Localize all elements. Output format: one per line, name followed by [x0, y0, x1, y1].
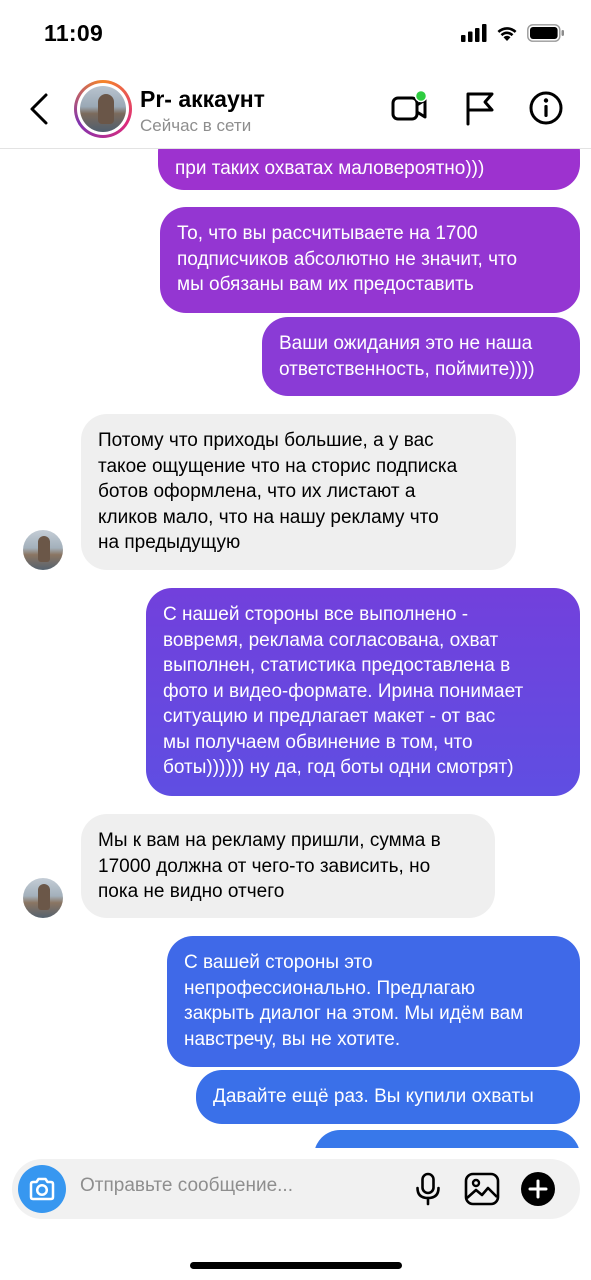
- chat-header: Pr- аккаунт Сейчас в сети: [0, 70, 591, 149]
- battery-icon: [527, 24, 564, 42]
- microphone-icon: [416, 1172, 440, 1206]
- status-bar: 11:09: [0, 0, 591, 70]
- video-call-icon: [391, 89, 428, 121]
- message-bubble-outgoing[interactable]: С нашей стороны все выполнено - вовремя,…: [146, 588, 580, 796]
- signal-icon: [461, 24, 487, 42]
- message-bubble-outgoing[interactable]: И качественную подачу: [314, 1130, 580, 1148]
- message-bubble-outgoing[interactable]: Ваши ожидания это не наша ответственност…: [262, 317, 580, 396]
- message-bubble-incoming[interactable]: Мы к вам на рекламу пришли, сумма в 1700…: [81, 814, 495, 918]
- message-bubble-outgoing[interactable]: То, что вы рассчитываете на 1700 подписч…: [160, 207, 580, 313]
- wifi-icon: [497, 27, 517, 41]
- camera-button[interactable]: [18, 1165, 66, 1213]
- gallery-icon: [464, 1172, 500, 1206]
- more-options-button[interactable]: [520, 1171, 556, 1207]
- plus-icon: [521, 1172, 555, 1206]
- info-icon: [529, 91, 563, 125]
- back-icon: [30, 93, 48, 125]
- message-bubble-outgoing[interactable]: Давайте ещё раз. Вы купили охваты: [196, 1070, 580, 1124]
- message-bubble-incoming[interactable]: Потому что приходы большие, а у вас тако…: [81, 414, 516, 570]
- home-indicator[interactable]: [190, 1262, 402, 1269]
- flag-button[interactable]: [462, 90, 498, 126]
- flag-icon: [466, 92, 494, 126]
- sender-avatar: [23, 530, 63, 570]
- sender-avatar: [23, 878, 63, 918]
- info-button[interactable]: [528, 90, 564, 126]
- camera-icon: [29, 1177, 55, 1201]
- account-name[interactable]: Pr- аккаунт: [140, 86, 265, 113]
- gallery-button[interactable]: [464, 1171, 500, 1207]
- video-call-button[interactable]: [390, 89, 428, 126]
- status-icons: [461, 24, 565, 42]
- message-list[interactable]: при таких охватах маловероятно))) То, чт…: [0, 148, 591, 1148]
- message-bubble-outgoing[interactable]: С вашей стороны это непрофессионально. П…: [167, 936, 580, 1067]
- account-status: Сейчас в сети: [140, 116, 252, 135]
- voice-message-button[interactable]: [410, 1171, 446, 1207]
- message-input[interactable]: [80, 1175, 380, 1197]
- avatar-image: [80, 86, 126, 132]
- message-bubble-outgoing[interactable]: при таких охватах маловероятно))): [158, 148, 580, 190]
- status-time: 11:09: [44, 20, 104, 46]
- account-avatar[interactable]: [74, 80, 132, 138]
- back-button[interactable]: [26, 92, 54, 126]
- message-composer: [12, 1159, 580, 1219]
